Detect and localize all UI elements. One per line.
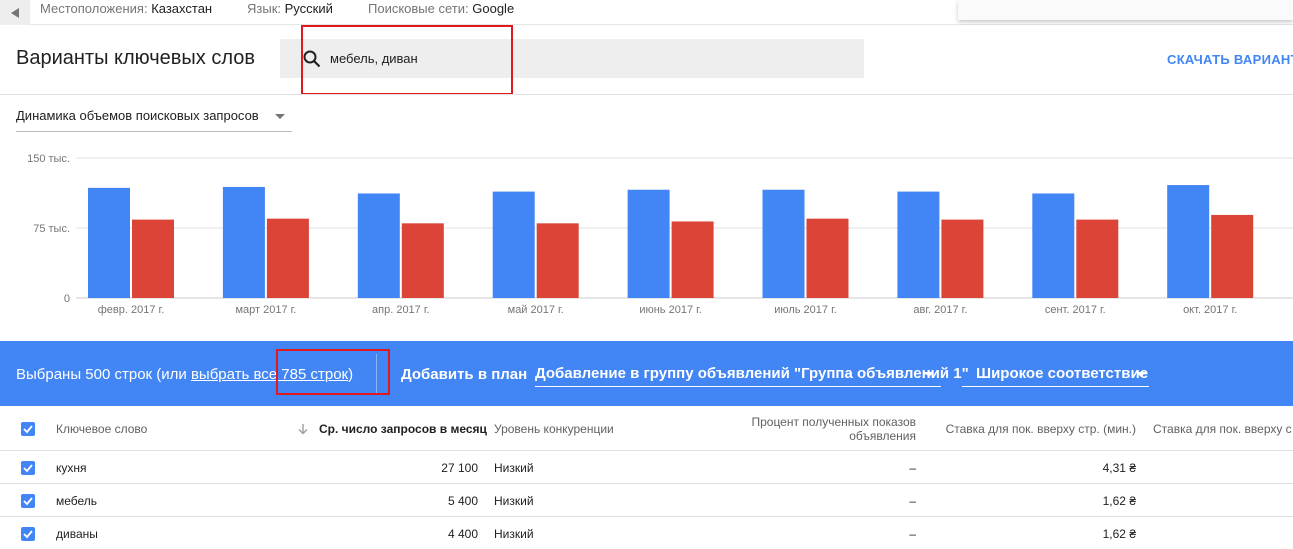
table-row[interactable]: диваны 4 400 Низкий – 1,62 ₴	[0, 517, 1293, 549]
checkmark-icon	[23, 425, 33, 434]
y-tick-label: 150 тыс.	[27, 153, 70, 165]
x-tick-label: февр. 2017 г.	[98, 304, 165, 316]
column-header-avg-searches[interactable]: Ср. число запросов в месяц	[319, 422, 487, 436]
cell-bid-low: 4,31 ₴	[1102, 461, 1136, 475]
checkmark-icon	[23, 464, 33, 473]
column-header-competition[interactable]: Уровень конкуренции	[494, 422, 614, 436]
bar-series-1[interactable]	[88, 187, 130, 298]
ad-group-dropdown-label: Добавление в группу объявлений "Группа о…	[535, 365, 969, 382]
cell-bid-low: 1,62 ₴	[1102, 494, 1136, 508]
row-checkbox[interactable]	[21, 494, 35, 508]
back-button[interactable]	[0, 0, 30, 25]
cell-competition: Низкий	[494, 494, 534, 508]
x-tick-label: авг. 2017 г.	[913, 304, 967, 316]
bar-series-1[interactable]	[762, 189, 805, 298]
column-header-keyword[interactable]: Ключевое слово	[56, 422, 147, 436]
checkmark-icon	[23, 497, 33, 506]
filter-location-label: Местоположения:	[40, 1, 148, 16]
x-tick-label: апр. 2017 г.	[372, 304, 430, 316]
bar-series-2[interactable]	[806, 218, 849, 298]
row-checkbox[interactable]	[21, 527, 35, 541]
bar-series-2[interactable]	[1076, 219, 1119, 298]
selection-count-text: Выбраны 500 строк (или	[16, 366, 191, 383]
chevron-down-icon	[275, 114, 285, 119]
cell-avg-searches: 27 100	[441, 461, 478, 475]
column-header-bid-high[interactable]: Ставка для пок. вверху с	[1153, 422, 1292, 436]
chart-svg: 150 тыс. 75 тыс. 0 февр. 2017 г. март 2017 г…	[27, 153, 1293, 316]
arrow-down-icon[interactable]	[297, 423, 309, 435]
filter-network[interactable]: Поисковые сети: Google	[368, 1, 514, 16]
column-header-impression-share[interactable]: Процент полученных показов объявления	[700, 415, 916, 443]
table-header: Ключевое слово Ср. число запросов в меся…	[0, 406, 1293, 451]
selection-bar: Выбраны 500 строк (или выбрать все 785 с…	[0, 341, 1293, 406]
filter-network-value: Google	[472, 1, 515, 16]
column-header-impression-share-line1: Процент полученных показов	[751, 415, 916, 429]
bar-series-1[interactable]	[627, 189, 670, 298]
bar-series-2[interactable]	[401, 223, 444, 298]
bar-series-2[interactable]	[1211, 214, 1254, 298]
x-tick-label: июнь 2017 г.	[639, 304, 702, 316]
checkmark-icon	[23, 530, 33, 539]
cell-bid-low: 1,62 ₴	[1102, 527, 1136, 541]
cell-keyword: диваны	[56, 527, 98, 541]
search-volume-chart: 150 тыс. 75 тыс. 0 февр. 2017 г. март 2017 г…	[0, 140, 1293, 330]
filter-location-value: Казахстан	[151, 1, 213, 16]
divider	[0, 94, 1293, 95]
x-tick-label: май 2017 г.	[508, 304, 564, 316]
cell-impression-share: –	[909, 461, 916, 475]
select-all-checkbox[interactable]	[21, 422, 35, 436]
cell-competition: Низкий	[494, 461, 534, 475]
add-to-plan-button[interactable]: Добавить в план	[401, 366, 527, 383]
filter-language-label: Язык:	[247, 1, 281, 16]
bar-series-1[interactable]	[222, 186, 265, 298]
cell-keyword: кухня	[56, 461, 87, 475]
cell-avg-searches: 4 400	[447, 527, 478, 541]
chart-type-label: Динамика объемов поисковых запросов	[16, 108, 259, 123]
cell-keyword: мебель	[56, 494, 98, 508]
keyword-planner-page: Местоположения: Казахстан Язык: Русский …	[0, 0, 1293, 549]
chart-type-dropdown[interactable]: Динамика объемов поисковых запросов	[16, 108, 292, 132]
bar-series-2[interactable]	[266, 218, 309, 298]
chevron-down-icon	[924, 372, 934, 377]
filter-bar: Местоположения: Казахстан Язык: Русский …	[0, 0, 1293, 25]
cell-competition: Низкий	[494, 527, 534, 541]
bar-series-1[interactable]	[1167, 185, 1210, 298]
row-checkbox[interactable]	[21, 461, 35, 475]
filter-network-label: Поисковые сети:	[368, 1, 469, 16]
bar-series-1[interactable]	[492, 191, 535, 298]
match-type-dropdown[interactable]: Широкое соответствие	[962, 365, 1149, 387]
filter-language-value: Русский	[284, 1, 333, 16]
x-tick-label: март 2017 г.	[235, 304, 296, 316]
match-type-dropdown-label: Широкое соответствие	[976, 365, 1149, 382]
page-title: Варианты ключевых слов	[16, 47, 255, 69]
download-button[interactable]: СКАЧАТЬ ВАРИАНТ	[1167, 52, 1293, 67]
table-row[interactable]: мебель 5 400 Низкий – 1,62 ₴	[0, 484, 1293, 517]
bar-series-2[interactable]	[536, 223, 579, 298]
cell-impression-share: –	[909, 527, 916, 541]
column-header-bid-low[interactable]: Ставка для пок. вверху стр. (мин.)	[920, 422, 1136, 436]
bar-series-2[interactable]	[132, 219, 174, 298]
table-row[interactable]: кухня 27 100 Низкий – 4,31 ₴	[0, 451, 1293, 484]
highlight-frame-select-all	[276, 349, 390, 395]
bar-series-1[interactable]	[357, 193, 400, 298]
y-tick-label: 0	[64, 293, 70, 305]
ad-group-dropdown[interactable]: Добавление в группу объявлений "Группа о…	[535, 365, 969, 387]
cell-impression-share: –	[909, 494, 916, 508]
column-header-impression-share-line2: объявления	[849, 429, 916, 443]
x-tick-label: окт. 2017 г.	[1183, 304, 1237, 316]
cell-avg-searches: 5 400	[447, 494, 478, 508]
x-tick-label: сент. 2017 г.	[1045, 304, 1106, 316]
overlay-panel-edge	[958, 0, 1293, 20]
x-tick-label: июль 2017 г.	[774, 304, 837, 316]
bar-series-2[interactable]	[941, 219, 984, 298]
arrow-left-icon	[11, 7, 19, 18]
bar-series-1[interactable]	[1032, 193, 1075, 298]
filter-location[interactable]: Местоположения: Казахстан	[40, 1, 212, 16]
chevron-down-icon	[1136, 372, 1146, 377]
highlight-frame-search	[301, 25, 513, 95]
y-tick-label: 75 тыс.	[33, 223, 70, 235]
filter-language[interactable]: Язык: Русский	[247, 1, 333, 16]
bar-series-1[interactable]	[897, 191, 940, 298]
bar-series-2[interactable]	[671, 221, 714, 298]
